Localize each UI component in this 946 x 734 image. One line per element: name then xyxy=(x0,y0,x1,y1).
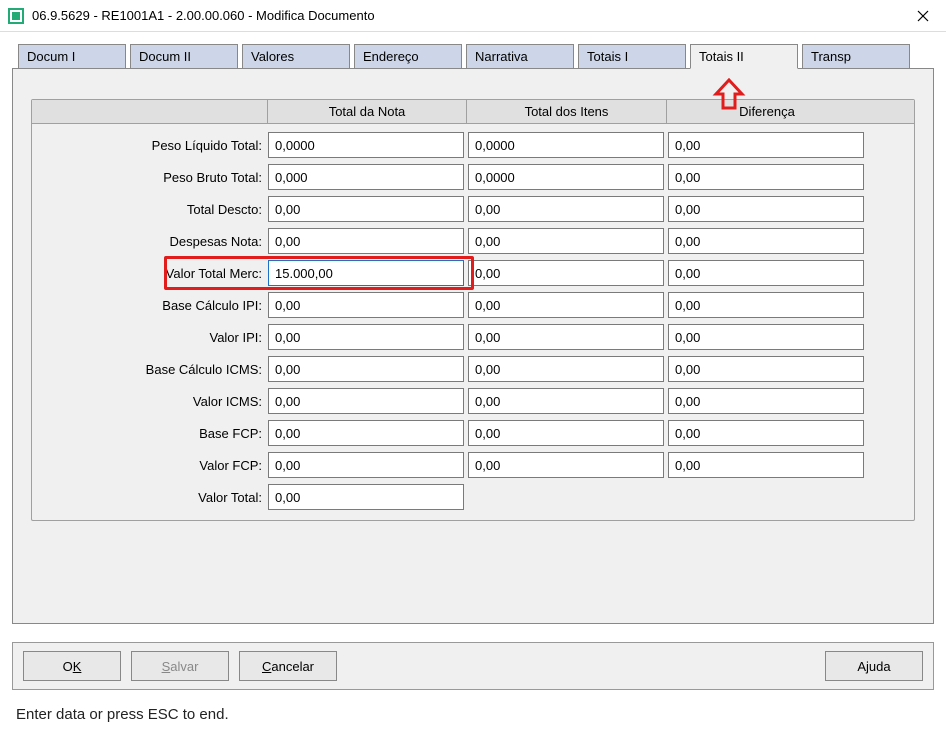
data-row: Valor IPI:0,000,000,00 xyxy=(36,324,910,350)
tab-label: Docum I xyxy=(27,49,75,64)
row-label: Valor Total Merc: xyxy=(36,266,268,281)
tab-strip: Docum I Docum II Valores Endereço Narrativa T… xyxy=(18,44,934,68)
data-row: Base FCP:0,000,000,00 xyxy=(36,420,910,446)
row-label: Base FCP: xyxy=(36,426,268,441)
data-row: Valor ICMS:0,000,000,00 xyxy=(36,388,910,414)
row-label: Despesas Nota: xyxy=(36,234,268,249)
input-itens[interactable]: 0,00 xyxy=(468,292,664,318)
titlebar: 06.9.5629 - RE1001A1 - 2.00.00.060 - Mod… xyxy=(0,0,946,32)
input-nota[interactable]: 0,00 xyxy=(268,324,464,350)
input-dif[interactable]: 0,00 xyxy=(668,164,864,190)
input-itens[interactable]: 0,00 xyxy=(468,452,664,478)
tab-totais-ii[interactable]: Totais II xyxy=(690,44,798,69)
window-title: 06.9.5629 - RE1001A1 - 2.00.00.060 - Mod… xyxy=(32,8,900,23)
data-row: Base Cálculo ICMS:0,000,000,00 xyxy=(36,356,910,382)
tab-endereço[interactable]: Endereço xyxy=(354,44,462,68)
input-itens[interactable]: 0,00 xyxy=(468,260,664,286)
tab-label: Transp xyxy=(811,49,851,64)
data-row: Peso Bruto Total:0,0000,00000,00 xyxy=(36,164,910,190)
cancelar-button[interactable]: Cancelar xyxy=(239,651,337,681)
close-button[interactable] xyxy=(900,0,946,32)
input-nota[interactable]: 0,0000 xyxy=(268,132,464,158)
tab-label: Totais II xyxy=(699,49,744,64)
input-dif[interactable]: 0,00 xyxy=(668,196,864,222)
totals-group: Total da Nota Total dos Itens Diferença … xyxy=(31,99,915,521)
data-row: Peso Líquido Total:0,00000,00000,00 xyxy=(36,132,910,158)
input-dif[interactable]: 0,00 xyxy=(668,388,864,414)
row-label: Valor ICMS: xyxy=(36,394,268,409)
ok-button[interactable]: OK xyxy=(23,651,121,681)
tab-docum-ii[interactable]: Docum II xyxy=(130,44,238,68)
tab-valores[interactable]: Valores xyxy=(242,44,350,68)
input-dif[interactable]: 0,00 xyxy=(668,324,864,350)
tab-label: Narrativa xyxy=(475,49,528,64)
data-row: Base Cálculo IPI:0,000,000,00 xyxy=(36,292,910,318)
tab-transp[interactable]: Transp xyxy=(802,44,910,68)
button-bar: OK Salvar Cancelar Ajuda xyxy=(12,642,934,690)
col-header-dif: Diferença xyxy=(667,100,867,123)
tab-docum-i[interactable]: Docum I xyxy=(18,44,126,68)
data-row: Valor Total:0,00 xyxy=(36,484,910,510)
row-label: Valor FCP: xyxy=(36,458,268,473)
input-nota[interactable]: 0,00 xyxy=(268,388,464,414)
salvar-button[interactable]: Salvar xyxy=(131,651,229,681)
tab-panel-totais-ii: Total da Nota Total dos Itens Diferença … xyxy=(12,69,934,624)
status-bar: Enter data or press ESC to end. xyxy=(0,696,946,733)
data-row: Valor FCP:0,000,000,00 xyxy=(36,452,910,478)
row-label: Peso Líquido Total: xyxy=(36,138,268,153)
tab-label: Valores xyxy=(251,49,294,64)
input-nota[interactable]: 0,00 xyxy=(268,484,464,510)
input-nota[interactable]: 0,00 xyxy=(268,420,464,446)
input-itens[interactable]: 0,00 xyxy=(468,324,664,350)
input-dif[interactable]: 0,00 xyxy=(668,260,864,286)
tab-label: Endereço xyxy=(363,49,419,64)
input-nota[interactable]: 0,00 xyxy=(268,228,464,254)
input-itens[interactable]: 0,00 xyxy=(468,228,664,254)
tab-label: Docum II xyxy=(139,49,191,64)
input-nota[interactable]: 15.000,00 xyxy=(268,260,464,286)
tab-narrativa[interactable]: Narrativa xyxy=(466,44,574,68)
input-nota[interactable]: 0,00 xyxy=(268,196,464,222)
input-itens[interactable]: 0,00 xyxy=(468,420,664,446)
data-row: Valor Total Merc:15.000,000,000,00 xyxy=(36,260,910,286)
input-itens[interactable]: 0,00 xyxy=(468,196,664,222)
col-header-nota: Total da Nota xyxy=(267,100,467,123)
input-nota[interactable]: 0,00 xyxy=(268,356,464,382)
input-itens[interactable]: 0,0000 xyxy=(468,132,664,158)
row-label: Total Descto: xyxy=(36,202,268,217)
input-nota[interactable]: 0,00 xyxy=(268,452,464,478)
input-dif[interactable]: 0,00 xyxy=(668,132,864,158)
data-row: Total Descto:0,000,000,00 xyxy=(36,196,910,222)
input-nota[interactable]: 0,000 xyxy=(268,164,464,190)
data-row: Despesas Nota:0,000,000,00 xyxy=(36,228,910,254)
app-icon xyxy=(8,8,24,24)
row-label: Valor Total: xyxy=(36,490,268,505)
column-header-row: Total da Nota Total dos Itens Diferença xyxy=(32,100,914,124)
row-label: Base Cálculo ICMS: xyxy=(36,362,268,377)
input-itens[interactable]: 0,00 xyxy=(468,356,664,382)
input-dif[interactable]: 0,00 xyxy=(668,452,864,478)
input-dif[interactable]: 0,00 xyxy=(668,356,864,382)
tab-label: Totais I xyxy=(587,49,628,64)
row-label: Peso Bruto Total: xyxy=(36,170,268,185)
input-nota[interactable]: 0,00 xyxy=(268,292,464,318)
input-dif[interactable]: 0,00 xyxy=(668,228,864,254)
input-itens[interactable]: 0,00 xyxy=(468,388,664,414)
tab-totais-i[interactable]: Totais I xyxy=(578,44,686,68)
input-dif[interactable]: 0,00 xyxy=(668,292,864,318)
input-itens[interactable]: 0,0000 xyxy=(468,164,664,190)
ajuda-button[interactable]: Ajuda xyxy=(825,651,923,681)
col-header-itens: Total dos Itens xyxy=(467,100,667,123)
row-label: Base Cálculo IPI: xyxy=(36,298,268,313)
input-dif[interactable]: 0,00 xyxy=(668,420,864,446)
row-label: Valor IPI: xyxy=(36,330,268,345)
